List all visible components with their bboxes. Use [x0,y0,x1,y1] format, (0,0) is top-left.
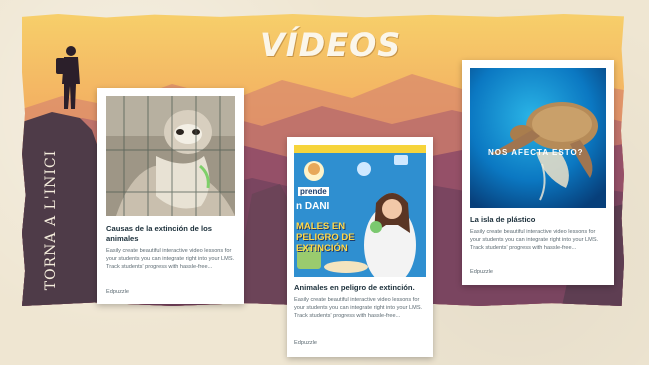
page-title: VÍDEOS [260,26,402,64]
video-card-source: Edpuzzle [470,269,494,275]
video-card-description: Easily create beautiful interactive vide… [106,248,235,270]
video-card-title[interactable]: La isla de plástico [470,215,606,225]
back-to-home-link[interactable]: TORNA A L'INICI [36,150,66,290]
video-card[interactable]: prende n DANI MALES EN PELIGRO DE EXTINC… [287,137,433,357]
video-card-title[interactable]: Animales en peligro de extinción. [294,283,428,293]
video-thumbnail-sloth[interactable] [106,96,235,216]
video-card[interactable]: Causas de la extinción de los animales E… [97,88,244,304]
video-card-description: Easily create beautiful interactive vide… [470,229,599,251]
thumbnail-text-extincion: MALES EN PELIGRO DE EXTINCIÓN [296,221,355,254]
video-card-source: Edpuzzle [106,289,130,295]
thumbnail-text-nos-afecta: NOS AFECTA ESTO? [488,148,584,157]
video-card-description: Easily create beautiful interactive vide… [294,297,423,319]
video-thumbnail-sea-turtle[interactable]: NOS AFECTA ESTO? [470,68,606,208]
video-card[interactable]: NOS AFECTA ESTO? La isla de plástico Eas… [462,60,614,285]
back-to-home-label: TORNA A L'INICI [43,149,59,291]
thumbnail-text-dani: n DANI [296,201,330,212]
video-card-title[interactable]: Causas de la extinción de los animales [106,224,236,244]
video-card-source: Edpuzzle [294,340,318,346]
thumbnail-text-prende: prende [298,187,329,196]
video-thumbnail-aprende-con-dani[interactable]: prende n DANI MALES EN PELIGRO DE EXTINC… [294,145,426,277]
